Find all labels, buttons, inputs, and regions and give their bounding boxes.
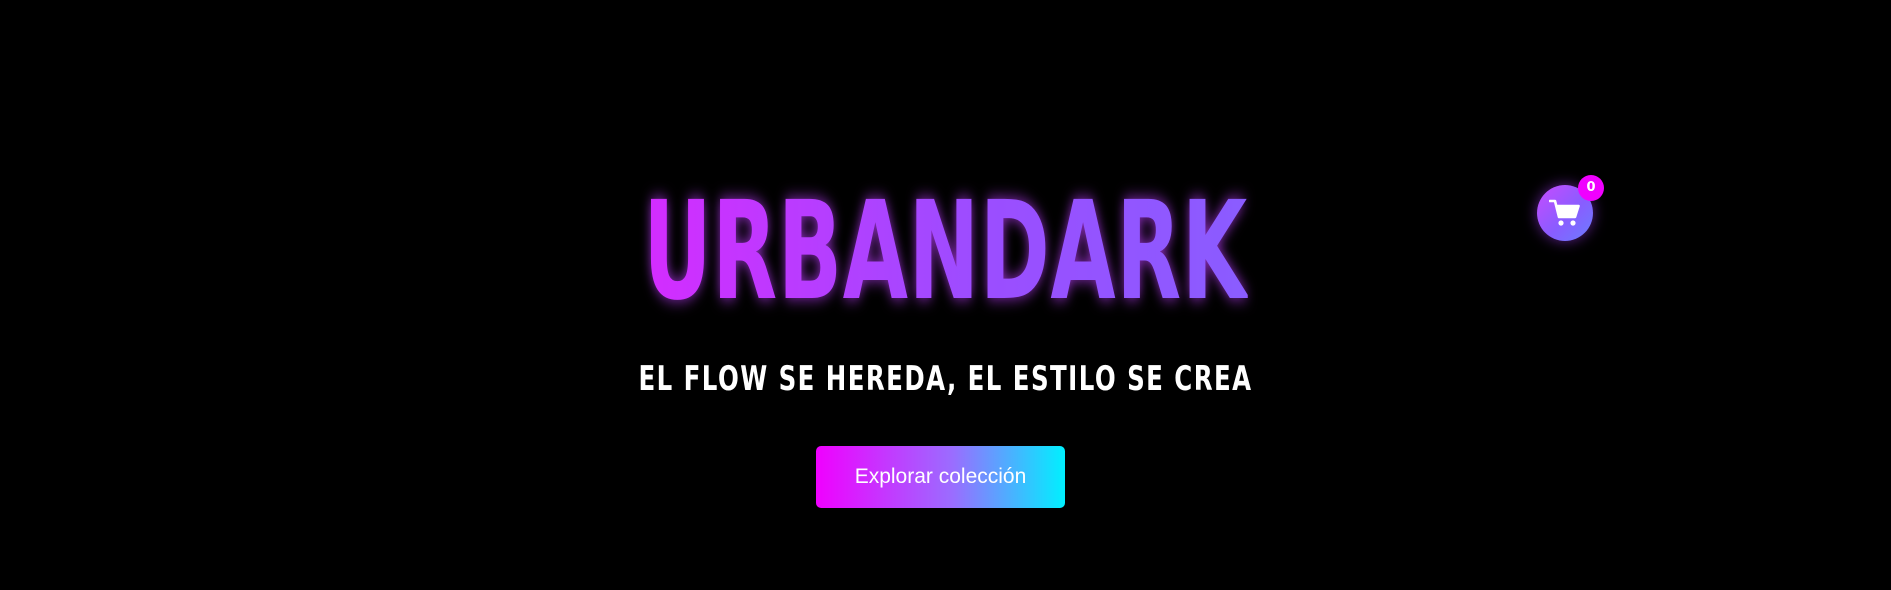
cart-count-badge: 0: [1578, 175, 1604, 201]
shopping-cart-icon: [1549, 199, 1580, 226]
hero-section: URBANDARK EL FLOW SE HEREDA, EL ESTILO S…: [0, 0, 1891, 590]
brand-title: URBANDARK: [359, 182, 1531, 322]
explore-collection-button[interactable]: Explorar colección: [816, 446, 1065, 508]
brand-title-text: URBANDARK: [643, 173, 1248, 331]
brand-tagline: EL FLOW SE HEREDA, EL ESTILO SE CREA: [638, 359, 1253, 399]
